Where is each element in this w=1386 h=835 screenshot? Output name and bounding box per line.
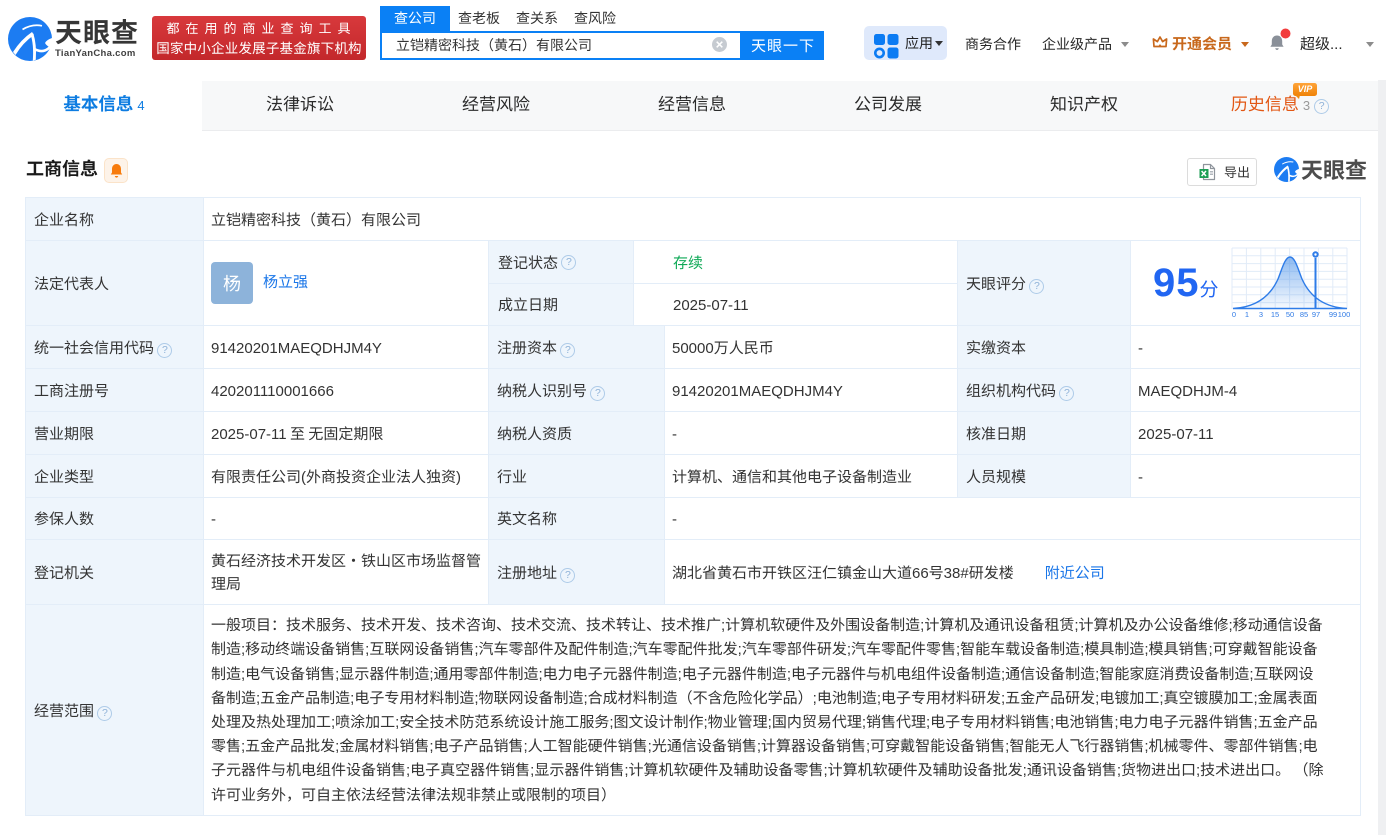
svg-text:99: 99 — [1329, 310, 1337, 319]
svg-text:0: 0 — [1232, 310, 1236, 319]
svg-text:3: 3 — [1259, 310, 1263, 319]
svg-text:1: 1 — [1245, 310, 1249, 319]
svg-text:97: 97 — [1312, 310, 1320, 319]
svg-text:15: 15 — [1271, 310, 1279, 319]
svg-text:85: 85 — [1300, 310, 1308, 319]
svg-text:100: 100 — [1338, 310, 1351, 319]
svg-text:50: 50 — [1286, 310, 1294, 319]
